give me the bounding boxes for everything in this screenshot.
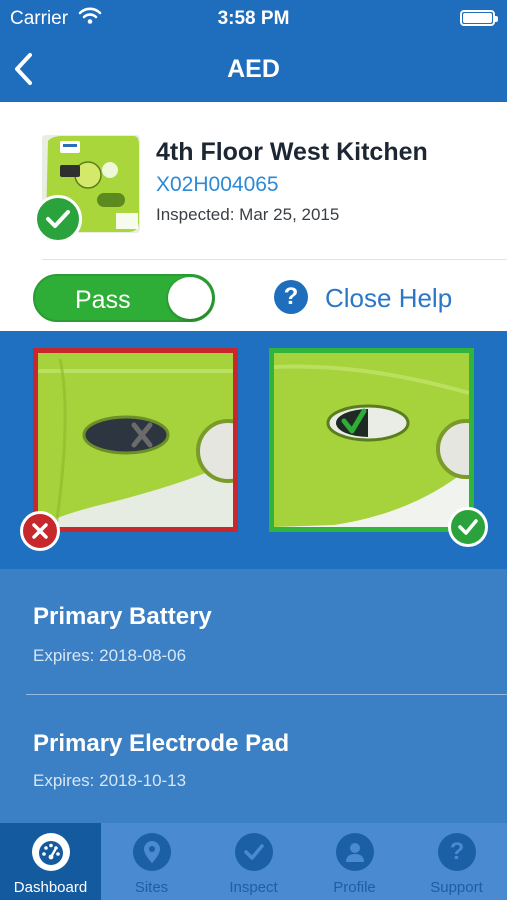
page-title: AED <box>227 55 280 83</box>
x-icon <box>32 523 48 539</box>
status-time: 3:58 PM <box>217 8 290 29</box>
check-icon <box>458 519 478 535</box>
map-pin-icon <box>133 833 171 871</box>
inspection-status-icon <box>34 195 82 243</box>
person-icon <box>336 833 374 871</box>
section-divider <box>42 259 507 260</box>
tab-sites[interactable]: Sites <box>101 823 202 900</box>
inspected-date: Inspected: Mar 25, 2015 <box>156 205 340 224</box>
battery-icon <box>460 10 498 26</box>
component-name: Primary Electrode Pad <box>33 730 290 757</box>
fail-marker <box>20 511 60 551</box>
pass-example-image <box>269 348 474 532</box>
tab-label: Sites <box>134 879 169 896</box>
tab-label: Inspect <box>229 879 278 896</box>
gauge-icon <box>32 833 70 871</box>
fail-example-image <box>33 348 238 532</box>
component-expiry: Expires: 2018-10-13 <box>33 771 187 790</box>
tab-label: Support <box>430 879 483 896</box>
tab-profile[interactable]: Profile <box>304 823 405 900</box>
top-bar: Carrier 3:58 PM AED <box>0 0 507 102</box>
tab-support[interactable]: ? Support <box>406 823 507 900</box>
pass-toggle[interactable]: Pass <box>33 274 215 322</box>
list-item[interactable]: Primary Battery Expires: 2018-08-06 <box>0 569 507 695</box>
help-panel <box>0 331 507 569</box>
check-icon <box>235 833 273 871</box>
tab-bar: Dashboard Sites Inspect Profile ? Suppor… <box>0 823 507 900</box>
device-header: 4th Floor West Kitchen X02H004065 Inspec… <box>0 102 507 260</box>
toggle-label: Pass <box>75 286 131 314</box>
device-name: 4th Floor West Kitchen <box>156 138 428 166</box>
tab-label: Dashboard <box>13 879 88 896</box>
question-icon[interactable]: ? <box>274 280 308 314</box>
question-icon: ? <box>438 833 476 871</box>
component-name: Primary Battery <box>33 603 212 630</box>
component-expiry: Expires: 2018-08-06 <box>33 646 187 665</box>
toggle-knob[interactable] <box>168 277 212 319</box>
list-item[interactable]: Primary Electrode Pad Expires: 2018-10-1… <box>0 696 507 822</box>
list-divider <box>26 694 507 695</box>
close-help-button[interactable]: Close Help <box>325 283 452 314</box>
tab-dashboard[interactable]: Dashboard <box>0 823 101 900</box>
components-list: Primary Battery Expires: 2018-08-06 Prim… <box>0 569 507 823</box>
status-bar: Carrier 3:58 PM <box>0 0 507 36</box>
tab-label: Profile <box>333 879 376 896</box>
check-icon <box>46 210 70 228</box>
tab-inspect[interactable]: Inspect <box>203 823 304 900</box>
pass-marker <box>448 507 488 547</box>
device-serial[interactable]: X02H004065 <box>156 173 279 197</box>
